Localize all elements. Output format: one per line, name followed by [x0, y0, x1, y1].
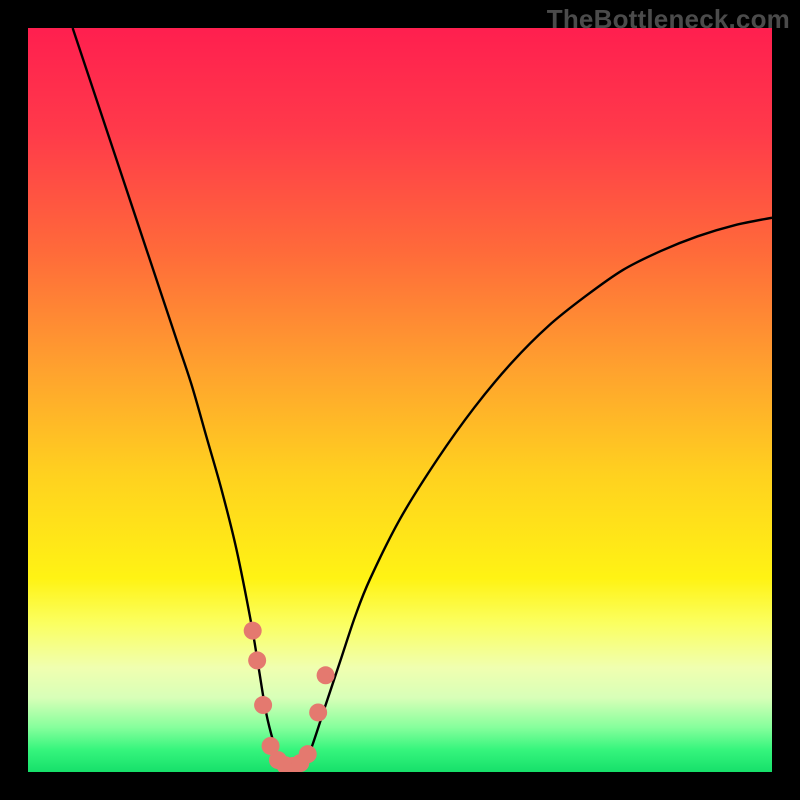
marker-point [254, 696, 272, 714]
plot-area [28, 28, 772, 772]
marker-point [317, 666, 335, 684]
marker-point [244, 622, 262, 640]
marker-point [248, 651, 266, 669]
chart-svg [28, 28, 772, 772]
marker-point [309, 703, 327, 721]
marker-point [299, 745, 317, 763]
watermark-text: TheBottleneck.com [547, 4, 790, 35]
chart-frame: TheBottleneck.com [0, 0, 800, 800]
gradient-background [28, 28, 772, 772]
